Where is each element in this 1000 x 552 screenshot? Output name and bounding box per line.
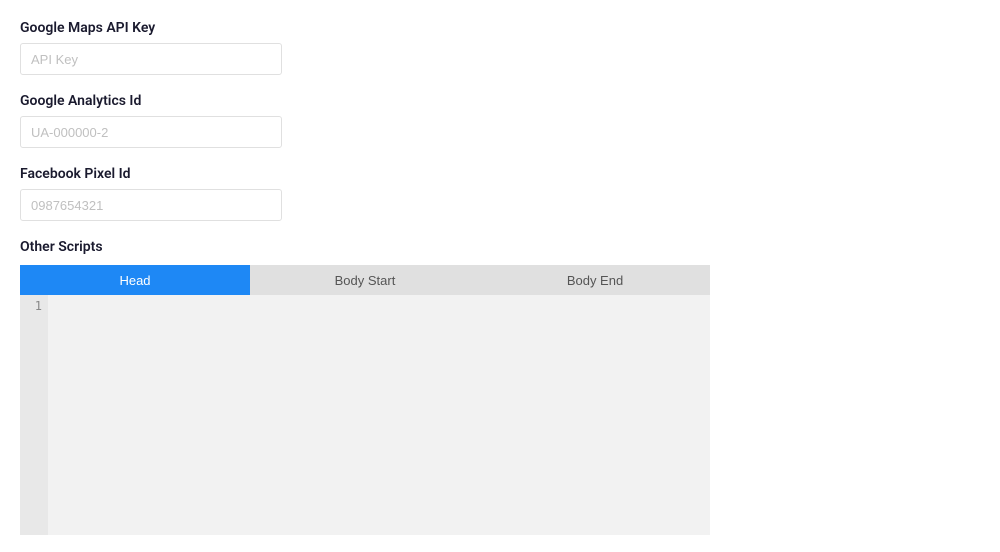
google-maps-input[interactable] <box>20 43 282 75</box>
line-number: 1 <box>20 299 42 313</box>
google-maps-label: Google Maps API Key <box>20 20 980 36</box>
code-area[interactable] <box>48 295 710 535</box>
google-maps-group: Google Maps API Key <box>20 20 980 75</box>
other-scripts-section: Other Scripts Head Body Start Body End 1 <box>20 239 980 535</box>
facebook-pixel-input[interactable] <box>20 189 282 221</box>
tab-body-end[interactable]: Body End <box>480 265 710 295</box>
tab-head[interactable]: Head <box>20 265 250 295</box>
scripts-tabs: Head Body Start Body End <box>20 265 710 295</box>
google-analytics-label: Google Analytics Id <box>20 93 980 109</box>
tab-body-start[interactable]: Body Start <box>250 265 480 295</box>
google-analytics-group: Google Analytics Id <box>20 93 980 148</box>
facebook-pixel-group: Facebook Pixel Id <box>20 166 980 221</box>
google-analytics-input[interactable] <box>20 116 282 148</box>
code-gutter: 1 <box>20 295 48 535</box>
code-editor[interactable]: 1 <box>20 295 710 535</box>
other-scripts-label: Other Scripts <box>20 239 980 255</box>
facebook-pixel-label: Facebook Pixel Id <box>20 166 980 182</box>
